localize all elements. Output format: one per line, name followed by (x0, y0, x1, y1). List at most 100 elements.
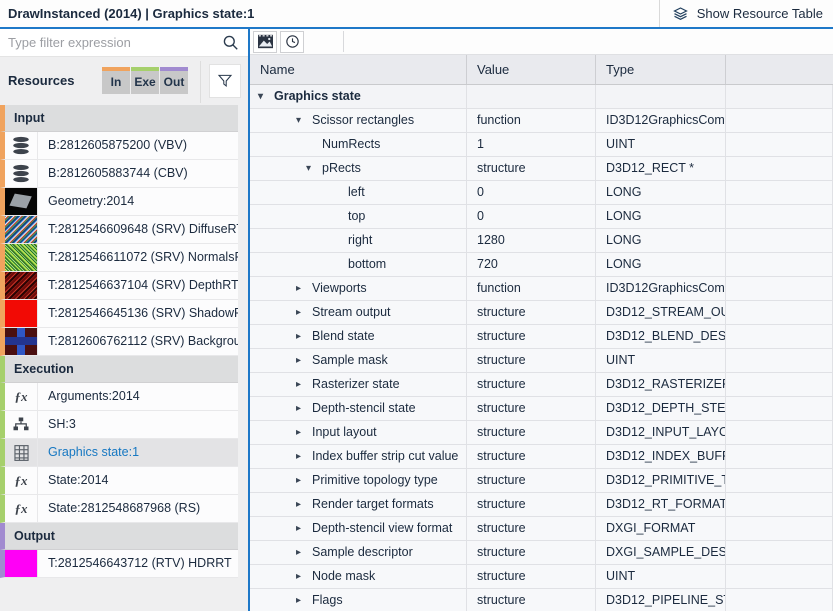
chevron-right-icon[interactable]: ▸ (296, 373, 312, 396)
resource-item[interactable]: T:2812546643712 (RTV) HDRRT (0, 550, 238, 578)
texture-thumbnail-hdr (5, 550, 37, 577)
resource-item-label: State:2014 (38, 467, 238, 494)
property-row[interactable]: ▸Primitive topology typestructureD3D12_P… (250, 469, 833, 493)
filter-funnel-button[interactable] (209, 64, 241, 98)
chevron-down-icon[interactable]: ▾ (306, 157, 322, 180)
property-value: structure (467, 301, 596, 324)
property-type: D3D12_RECT * (596, 157, 726, 180)
property-row[interactable]: ▸Node maskstructureUINT (250, 565, 833, 589)
scope-button-exe[interactable]: Exe (131, 67, 159, 94)
chevron-down-icon[interactable]: ▾ (296, 109, 312, 132)
property-type: D3D12_INDEX_BUFFE... (596, 445, 726, 468)
resource-item-label: Geometry:2014 (38, 188, 238, 215)
resource-item[interactable]: ƒxState:2014 (0, 467, 238, 495)
property-extra-cell (726, 301, 833, 324)
property-type (596, 85, 726, 108)
column-header-value[interactable]: Value (467, 55, 596, 84)
shader-tree-icon (5, 411, 38, 438)
history-clock-button[interactable] (280, 31, 304, 53)
property-row[interactable]: right1280LONG (250, 229, 833, 253)
property-row[interactable]: left0LONG (250, 181, 833, 205)
property-row[interactable]: ▸ViewportsfunctionID3D12GraphicsCom... (250, 277, 833, 301)
scope-button-in[interactable]: In (102, 67, 130, 94)
property-row[interactable]: ▸Blend statestructureD3D12_BLEND_DESC (250, 325, 833, 349)
resource-item[interactable]: ƒxState:2812548687968 (RS) (0, 495, 238, 523)
resource-item[interactable]: Geometry:2014 (0, 188, 238, 216)
resource-item-label: B:2812605875200 (VBV) (38, 132, 238, 159)
property-value: 720 (467, 253, 596, 276)
column-header-type[interactable]: Type (596, 55, 726, 84)
chevron-right-icon[interactable]: ▸ (296, 493, 312, 516)
chevron-right-icon[interactable]: ▸ (296, 277, 312, 300)
resource-item[interactable]: T:2812546611072 (SRV) NormalsRT (0, 244, 238, 272)
resource-item[interactable]: T:2812546609648 (SRV) DiffuseRT (0, 216, 238, 244)
resource-item[interactable]: B:2812605883744 (CBV) (0, 160, 238, 188)
search-icon[interactable] (221, 33, 240, 52)
property-name: Sample descriptor (312, 541, 413, 564)
chevron-down-icon[interactable]: ▾ (258, 85, 274, 108)
column-header-name[interactable]: Name (250, 55, 467, 84)
property-name: Primitive topology type (312, 469, 438, 492)
property-value: 1280 (467, 229, 596, 252)
section-label: Output (14, 529, 55, 543)
property-row[interactable]: ▸Stream outputstructureD3D12_STREAM_OU..… (250, 301, 833, 325)
texture-thumbnail-shadow (5, 300, 37, 327)
property-row[interactable]: ▸FlagsstructureD3D12_PIPELINE_STA... (250, 589, 833, 611)
history-clock-icon (284, 33, 301, 50)
texture-thumbnail-background (5, 328, 37, 355)
property-extra-cell (726, 205, 833, 228)
property-row[interactable]: ▸Depth-stencil statestructureD3D12_DEPTH… (250, 397, 833, 421)
property-row[interactable]: top0LONG (250, 205, 833, 229)
resource-item[interactable]: ƒxArguments:2014 (0, 383, 238, 411)
property-value: structure (467, 517, 596, 540)
property-name: Flags (312, 589, 343, 611)
resource-item-label: T:2812546609648 (SRV) DiffuseRT (38, 216, 238, 243)
property-table-header: Name Value Type (250, 55, 833, 85)
chevron-right-icon[interactable]: ▸ (296, 325, 312, 348)
chevron-right-icon[interactable]: ▸ (296, 349, 312, 372)
property-row[interactable]: ▸Depth-stencil view formatstructureDXGI_… (250, 517, 833, 541)
chevron-right-icon[interactable]: ▸ (296, 469, 312, 492)
resource-item[interactable]: SH:3 (0, 411, 238, 439)
chevron-right-icon[interactable]: ▸ (296, 421, 312, 444)
show-resource-table-button[interactable]: Show Resource Table (659, 0, 833, 27)
resource-item[interactable]: T:2812546637104 (SRV) DepthRT (0, 272, 238, 300)
chevron-right-icon[interactable]: ▸ (296, 565, 312, 588)
inspector-toolbar (250, 29, 833, 55)
property-row[interactable]: bottom720LONG (250, 253, 833, 277)
property-name: NumRects (322, 133, 380, 156)
resource-item[interactable]: T:2812606762112 (SRV) Backgrou... (0, 328, 238, 356)
property-value: structure (467, 565, 596, 588)
chevron-right-icon[interactable]: ▸ (296, 301, 312, 324)
filter-row (0, 29, 248, 57)
chevron-right-icon[interactable]: ▸ (296, 541, 312, 564)
resource-item[interactable]: B:2812605875200 (VBV) (0, 132, 238, 160)
geometry-thumbnail (5, 188, 38, 215)
chevron-right-icon[interactable]: ▸ (296, 589, 312, 611)
resource-item[interactable]: T:2812546645136 (SRV) ShadowPa... (0, 300, 238, 328)
resource-item-label: SH:3 (38, 411, 238, 438)
page-title: DrawInstanced (2014) | Graphics state:1 (8, 0, 254, 27)
property-row[interactable]: NumRects1UINT (250, 133, 833, 157)
resource-item[interactable]: Graphics state:1 (0, 439, 238, 467)
property-extra-cell (726, 157, 833, 180)
property-row[interactable]: ▾Graphics state (250, 85, 833, 109)
property-row[interactable]: ▾Scissor rectanglesfunctionID3D12Graphic… (250, 109, 833, 133)
property-name: pRects (322, 157, 361, 180)
property-row[interactable]: ▸Sample maskstructureUINT (250, 349, 833, 373)
property-extra-cell (726, 397, 833, 420)
property-row[interactable]: ▸Input layoutstructureD3D12_INPUT_LAYO..… (250, 421, 833, 445)
scope-button-out[interactable]: Out (160, 67, 188, 94)
property-row[interactable]: ▸Index buffer strip cut valuestructureD3… (250, 445, 833, 469)
image-preview-button[interactable] (253, 31, 277, 53)
chevron-right-icon[interactable]: ▸ (296, 517, 312, 540)
chevron-right-icon[interactable]: ▸ (296, 397, 312, 420)
scope-buttons: InExeOut (102, 67, 188, 94)
property-row[interactable]: ▾pRectsstructureD3D12_RECT * (250, 157, 833, 181)
property-row[interactable]: ▸Rasterizer statestructureD3D12_RASTERIZ… (250, 373, 833, 397)
filter-input[interactable] (0, 29, 215, 56)
property-row[interactable]: ▸Render target formatsstructureD3D12_RT_… (250, 493, 833, 517)
property-name: Rasterizer state (312, 373, 400, 396)
chevron-right-icon[interactable]: ▸ (296, 445, 312, 468)
property-row[interactable]: ▸Sample descriptorstructureDXGI_SAMPLE_D… (250, 541, 833, 565)
